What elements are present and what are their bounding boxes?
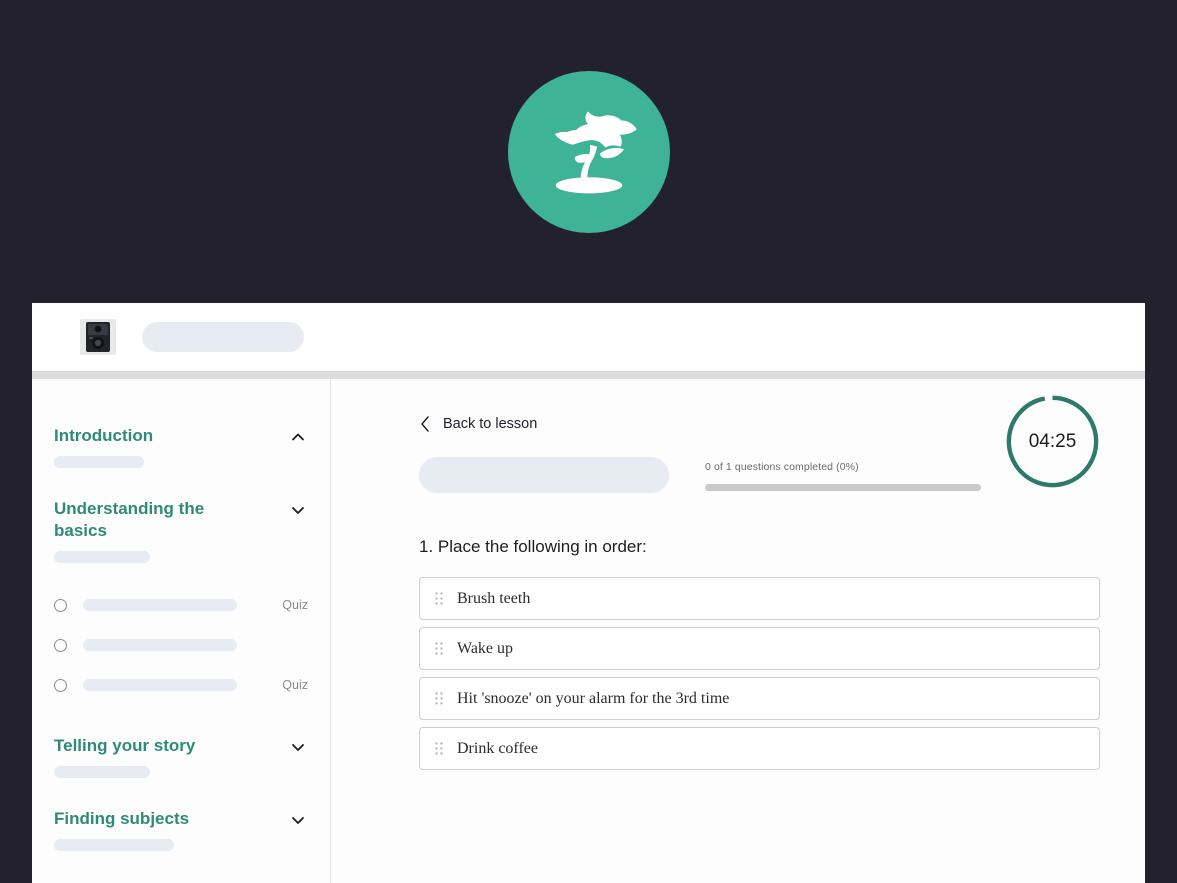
sidebar-section-subtitle-skeleton — [54, 456, 144, 468]
sidebar-section-header[interactable]: Telling your story — [54, 735, 308, 757]
sidebar-lesson-title-skeleton — [83, 639, 237, 651]
drag-handle-icon[interactable] — [435, 642, 443, 655]
order-item[interactable]: Wake up — [419, 627, 1100, 670]
drag-handle-icon[interactable] — [435, 592, 443, 605]
order-item-label: Wake up — [457, 639, 514, 657]
sidebar-section-title: Finding subjects — [54, 809, 190, 828]
chevron-left-icon — [419, 415, 431, 433]
quiz-progress: 0 of 1 questions completed (0%) — [705, 461, 981, 491]
course-sidebar: Introduction Understanding the basics Qu… — [32, 379, 331, 883]
sidebar-section-title: Understanding the basics — [54, 499, 205, 540]
camera-thumbnail-icon — [80, 319, 116, 355]
chevron-down-icon[interactable] — [288, 737, 308, 757]
radio-unchecked-icon[interactable] — [54, 598, 67, 612]
bonsai-tree-icon — [535, 98, 643, 206]
timer-value: 04:25 — [1028, 430, 1077, 452]
sidebar-section-subtitle-skeleton — [54, 551, 150, 563]
chevron-down-icon[interactable] — [288, 810, 308, 830]
sidebar-lesson-tag: Quiz — [282, 598, 308, 612]
sidebar-lesson-item[interactable]: Quiz — [32, 665, 330, 705]
splash-logo-area — [0, 0, 1177, 303]
topbar-title-skeleton — [142, 322, 304, 352]
app-topbar — [32, 303, 1145, 371]
progress-bar-track — [705, 484, 981, 491]
quiz-timer: 04:25 — [1004, 393, 1101, 490]
order-item[interactable]: Brush teeth — [419, 577, 1100, 620]
sidebar-section-understanding-the-basics[interactable]: Understanding the basics — [32, 498, 330, 563]
sidebar-section-header[interactable]: Finding subjects — [54, 808, 308, 830]
embedded-app-window: Introduction Understanding the basics Qu… — [32, 303, 1145, 883]
sidebar-section-header[interactable]: Introduction — [54, 425, 308, 447]
drag-handle-icon[interactable] — [435, 742, 443, 755]
ordering-answer-list: Brush teeth Wake up Hit 'snooze' on your… — [419, 577, 1103, 770]
question-prompt: 1. Place the following in order: — [419, 537, 647, 556]
chevron-down-icon[interactable] — [288, 500, 308, 520]
sidebar-lesson-item[interactable]: Quiz — [32, 585, 330, 625]
sidebar-section-header[interactable]: Understanding the basics — [54, 498, 308, 542]
horizontal-scrollbar-band[interactable] — [32, 371, 1145, 379]
quiz-header-row: 0 of 1 questions completed (0%) — [419, 453, 1103, 493]
quiz-title-skeleton — [419, 457, 669, 493]
radio-unchecked-icon[interactable] — [54, 678, 67, 692]
order-item-label: Drink coffee — [457, 739, 538, 757]
back-to-lesson-label: Back to lesson — [443, 416, 538, 432]
app-logo — [507, 70, 670, 233]
order-item-label: Brush teeth — [457, 589, 531, 607]
quiz-main-content: Back to lesson 0 of 1 questions complete… — [331, 379, 1145, 883]
sidebar-lesson-title-skeleton — [83, 599, 237, 611]
sidebar-lesson-title-skeleton — [83, 679, 237, 691]
app-body: Introduction Understanding the basics Qu… — [32, 379, 1145, 883]
radio-unchecked-icon[interactable] — [54, 638, 67, 652]
sidebar-section-subtitle-skeleton — [54, 839, 174, 851]
order-item[interactable]: Hit 'snooze' on your alarm for the 3rd t… — [419, 677, 1100, 720]
sidebar-section-subtitle-skeleton — [54, 766, 150, 778]
sidebar-section-title: Introduction — [54, 426, 154, 445]
drag-handle-icon[interactable] — [435, 692, 443, 705]
back-to-lesson-link[interactable]: Back to lesson — [419, 415, 537, 433]
sidebar-section-introduction[interactable]: Introduction — [32, 425, 330, 468]
page-root: Introduction Understanding the basics Qu… — [0, 0, 1177, 883]
sidebar-section-telling-your-story[interactable]: Telling your story — [32, 735, 330, 778]
sidebar-lesson-item[interactable] — [32, 625, 330, 665]
sidebar-lesson-tag: Quiz — [282, 678, 308, 692]
chevron-up-icon[interactable] — [288, 427, 308, 447]
order-item-label: Hit 'snooze' on your alarm for the 3rd t… — [457, 689, 730, 707]
progress-label: 0 of 1 questions completed (0%) — [705, 461, 859, 473]
order-item[interactable]: Drink coffee — [419, 727, 1100, 770]
sidebar-section-title: Telling your story — [54, 736, 196, 755]
sidebar-section-finding-subjects[interactable]: Finding subjects — [32, 808, 330, 851]
